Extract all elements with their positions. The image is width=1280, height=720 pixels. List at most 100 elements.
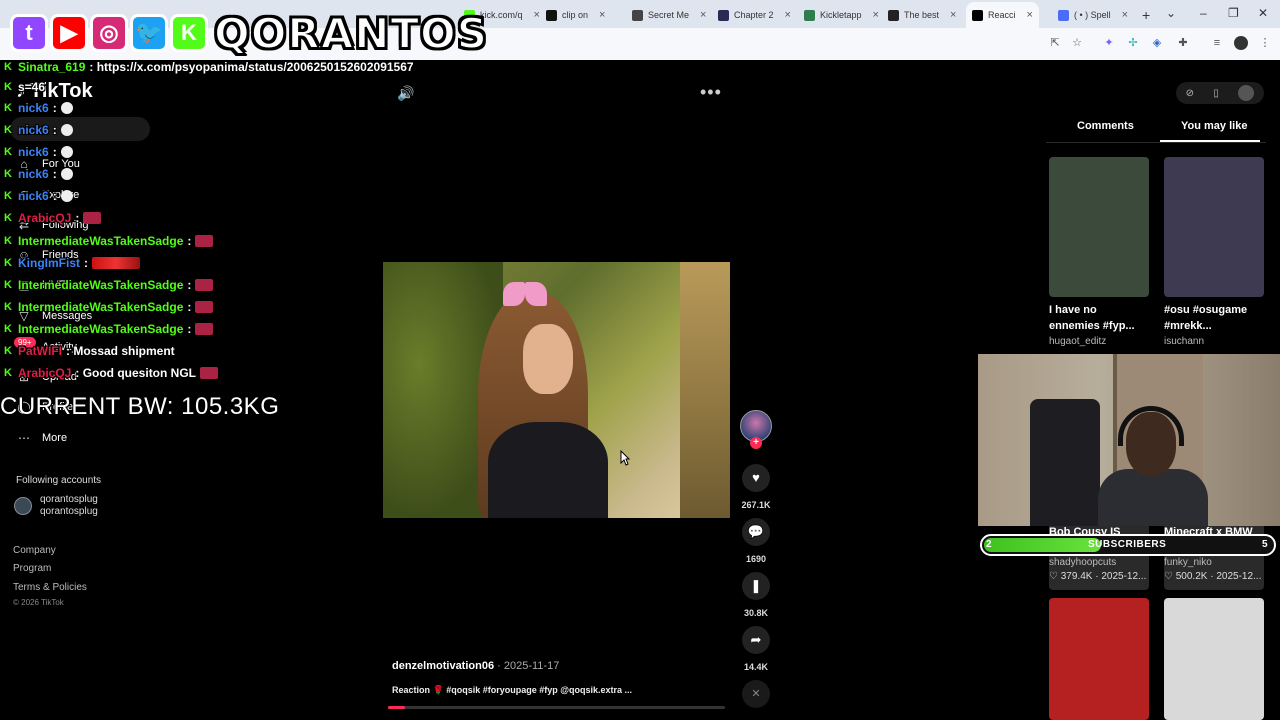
following-account-item[interactable]: qorantosplug qorantosplug [14,494,98,518]
footer-link-company[interactable]: Company [13,545,56,556]
chat-message: K IntermediateWasTakenSadge: [4,322,214,336]
video-thumbnail[interactable] [1164,598,1264,720]
new-tab-button[interactable]: + [1136,4,1156,26]
media-icon[interactable]: ≡ [1210,36,1224,50]
maximize-button[interactable]: ❐ [1228,6,1239,20]
video-card-user[interactable]: isuchann [1164,336,1204,347]
browser-tab[interactable]: Chapter 2 × [712,4,797,26]
youtube-icon: ▶ [50,14,88,52]
kick-badge-icon: K [4,146,12,158]
webcam-chair [1030,399,1100,526]
video-card-user[interactable]: shadyhoopcuts [1049,557,1116,568]
following-account-handle: qorantosplug [40,506,98,517]
extension-icon[interactable]: ✦ [1102,36,1116,50]
chat-text: : https://x.com/psyopanima/status/200625… [89,60,414,74]
captions-icon[interactable]: ⊘ [1186,88,1194,99]
close-window-button[interactable]: ✕ [1258,6,1268,20]
footer-link-program[interactable]: Program [13,563,51,574]
chat-text: : [52,145,57,159]
browser-tab[interactable]: The best × [882,4,962,26]
minimize-button[interactable]: – [1200,6,1207,20]
bookmark-count: 30.8K [743,608,769,618]
chat-message: K KingImFist: [4,256,140,270]
tab-close-icon[interactable]: × [1122,9,1128,21]
tab-label: clip on [562,10,589,20]
mouse-cursor-icon [620,450,630,466]
chat-username: nick6 [18,189,49,203]
follow-plus-icon[interactable]: + [750,437,762,449]
video-thumbnail[interactable] [1164,157,1264,297]
tab-you-may-like[interactable]: You may like [1181,120,1247,132]
browser-tab[interactable]: Secret Me × [626,4,712,26]
video-progress-bar[interactable] [388,706,725,709]
chat-username: nick6 [18,101,49,115]
extension-icon[interactable]: ◈ [1150,36,1164,50]
chat-emote-icon [195,301,214,313]
music-disc-icon[interactable]: ✕ [742,680,770,708]
footer-link-terms[interactable]: Terms & Policies [13,582,87,593]
browser-tab[interactable]: clip on × [540,4,611,26]
install-icon[interactable]: ⇱ [1048,36,1062,50]
tab-comments[interactable]: Comments [1077,120,1134,132]
chat-username: IntermediateWasTakenSadge [18,322,184,336]
chat-message: Knick6: [4,167,73,181]
tab-close-icon[interactable]: × [785,9,791,21]
copyright: © 2026 TikTok [13,598,64,607]
share-button[interactable]: ➦ [742,626,770,654]
video-card-user[interactable]: funky_niko [1164,557,1212,568]
tab-close-icon[interactable]: × [700,9,706,21]
tab-close-icon[interactable]: × [599,9,605,21]
kick-badge-icon: K [4,345,12,357]
chat-message: Knick6: [4,123,73,137]
video-card-title[interactable]: #osu #osugame #mrekk... [1164,302,1264,334]
bookmark-star-icon[interactable]: ☆ [1070,36,1084,50]
video-thumbnail[interactable] [1049,598,1149,720]
video-caption[interactable]: Reaction 🌹 #qoqsik #foryoupage #fyp @qoq… [392,685,632,696]
kick-badge-icon: K [4,257,12,269]
chat-text: : [52,167,57,181]
tab-close-icon[interactable]: × [1027,9,1033,21]
tab-close-icon[interactable]: × [950,9,956,21]
browser-tab[interactable]: ( • ) Spell × [1052,4,1134,26]
chat-text: : [75,211,80,225]
chat-message: K Sinatra_619: https://x.com/psyopanima/s… [4,60,414,74]
like-button[interactable]: ♥ [742,464,770,492]
chat-message: Knick6: [4,101,73,115]
video-thumbnail[interactable] [1049,157,1149,297]
tab-search-button[interactable]: ⌄ [1166,6,1176,20]
video-card-title[interactable]: I have no ennemies #fyp... [1049,302,1149,334]
tab-divider [1046,142,1266,143]
chat-text: : [52,101,57,115]
extensions-puzzle-icon[interactable]: ✚ [1176,36,1190,50]
video-bow [503,282,547,308]
browser-tab[interactable]: Kickletapp × [798,4,885,26]
webcam-overlay [978,354,1280,526]
bookmark-button[interactable]: ❚ [742,572,770,600]
kick-badge-icon: K [4,323,12,335]
volume-icon[interactable]: 🔊 [397,85,414,102]
kick-badge-icon: K [4,212,12,224]
video-author[interactable]: denzelmotivation06 [392,660,494,672]
more-options-icon[interactable]: ••• [700,82,722,103]
extension-icon[interactable]: ✢ [1126,36,1140,50]
tab-close-icon[interactable]: × [534,9,540,21]
tab-favicon-icon [804,9,815,21]
video-card-user[interactable]: hugaot_editz [1049,336,1106,347]
video-player[interactable] [383,262,730,518]
chat-emote-icon [195,279,214,291]
following-accounts-title: Following accounts [16,475,102,486]
tab-label: Reacci [988,10,1016,20]
comment-button[interactable]: 💬 [742,518,770,546]
nav-item-more[interactable]: ⋯ More [16,431,67,445]
browser-tab[interactable]: Reacci × [966,2,1039,28]
user-avatar[interactable] [1238,85,1255,101]
device-icon[interactable]: ▯ [1213,88,1219,99]
video-progress-fill [388,706,405,709]
profile-avatar[interactable] [1234,36,1248,50]
chat-emote-icon [60,146,73,158]
kick-badge-icon: K [4,301,12,313]
chat-emote-icon [60,124,73,136]
chat-text: : [187,322,192,336]
tab-close-icon[interactable]: × [873,9,879,21]
menu-icon[interactable]: ⋮ [1258,36,1272,50]
